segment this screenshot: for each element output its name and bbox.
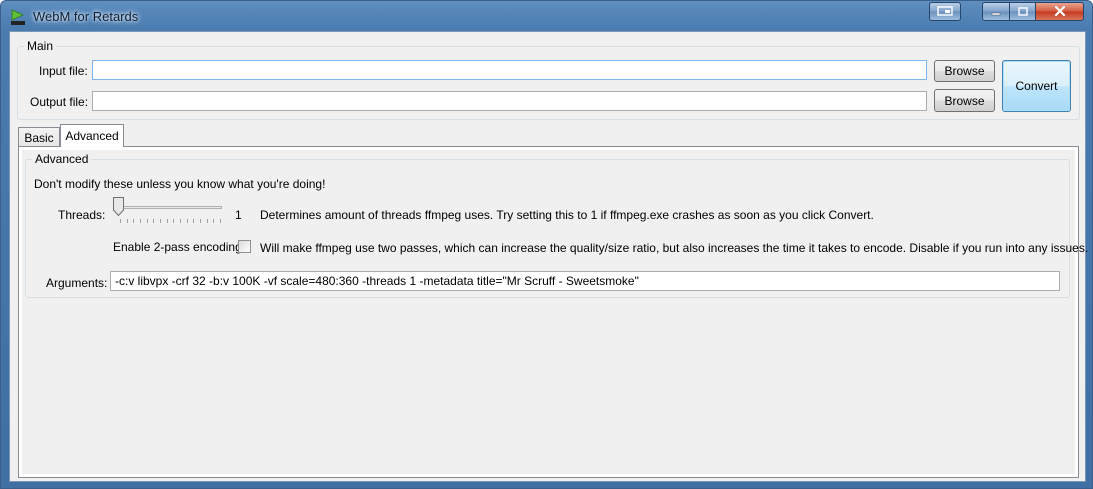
app-window: WebM for Retards Main Input file: Browse… [0,0,1093,489]
input-browse-label: Browse [944,64,985,78]
slider-tick [126,219,128,223]
slider-tick [140,219,141,223]
convert-button[interactable]: Convert [1002,60,1071,112]
threads-slider-track [118,206,222,209]
slider-tick [186,219,188,223]
arguments-label: Arguments: [46,276,108,290]
threads-value: 1 [235,208,242,222]
warning-text: Don't modify these unless you know what … [34,177,326,191]
twopass-help-text: Will make ffmpeg use two passes, which c… [260,241,1089,255]
slider-tick [173,219,175,223]
slider-tick [166,219,168,223]
slider-tick [206,219,208,223]
title-bar[interactable]: WebM for Retards [1,1,1092,31]
tab-advanced-label: Advanced [65,129,119,143]
slider-tick [200,219,201,223]
output-browse-label: Browse [944,93,985,108]
slider-tick [180,219,181,223]
minimize-button[interactable] [982,2,1010,21]
input-file-label: Input file: [39,64,88,78]
tab-basic-label: Basic [24,130,54,145]
slider-tick [146,219,148,223]
close-icon [1054,5,1066,19]
twopass-checkbox[interactable] [238,240,251,253]
slider-tick [120,219,121,223]
arguments-field[interactable]: -c:v libvpx -crf 32 -b:v 100K -vf scale=… [110,271,1060,291]
slider-tick [193,219,195,223]
window-title: WebM for Retards [33,9,139,24]
client-area: Main Input file: Browse Output file: Bro… [9,31,1088,482]
main-group-label: Main [24,39,57,53]
tab-basic[interactable]: Basic [18,127,60,147]
advanced-tab-page: Advanced Don't modify these unless you k… [18,146,1088,478]
threads-slider-thumb[interactable] [113,197,124,217]
tab-advanced[interactable]: Advanced [60,124,124,147]
threads-help-text: Determines amount of threads ffmpeg uses… [260,208,874,222]
advanced-group-label: Advanced [32,152,92,166]
threads-slider[interactable] [113,197,226,227]
slider-tick [160,219,161,223]
slider-tick [220,219,221,223]
webm-app-icon [11,9,25,25]
output-browse-button[interactable]: Browse [934,89,995,112]
twopass-label: Enable 2-pass encoding: [113,240,246,254]
threads-label: Threads: [58,208,106,222]
slider-tick [133,219,135,223]
input-file-field[interactable] [92,60,927,80]
window-extra-icon [937,5,953,19]
maximize-icon [1017,5,1028,19]
input-browse-button[interactable]: Browse [934,60,995,82]
advanced-tab-content: Advanced Don't modify these unless you k… [22,150,1088,474]
slider-tick [213,219,215,223]
minimize-icon [991,5,1001,19]
close-button[interactable] [1035,2,1084,21]
slider-tick [153,219,155,223]
output-file-field[interactable] [92,91,927,111]
convert-label: Convert [1015,79,1058,93]
output-file-label: Output file: [30,95,89,109]
window-extra-button[interactable] [929,2,961,21]
maximize-button[interactable] [1009,2,1036,21]
